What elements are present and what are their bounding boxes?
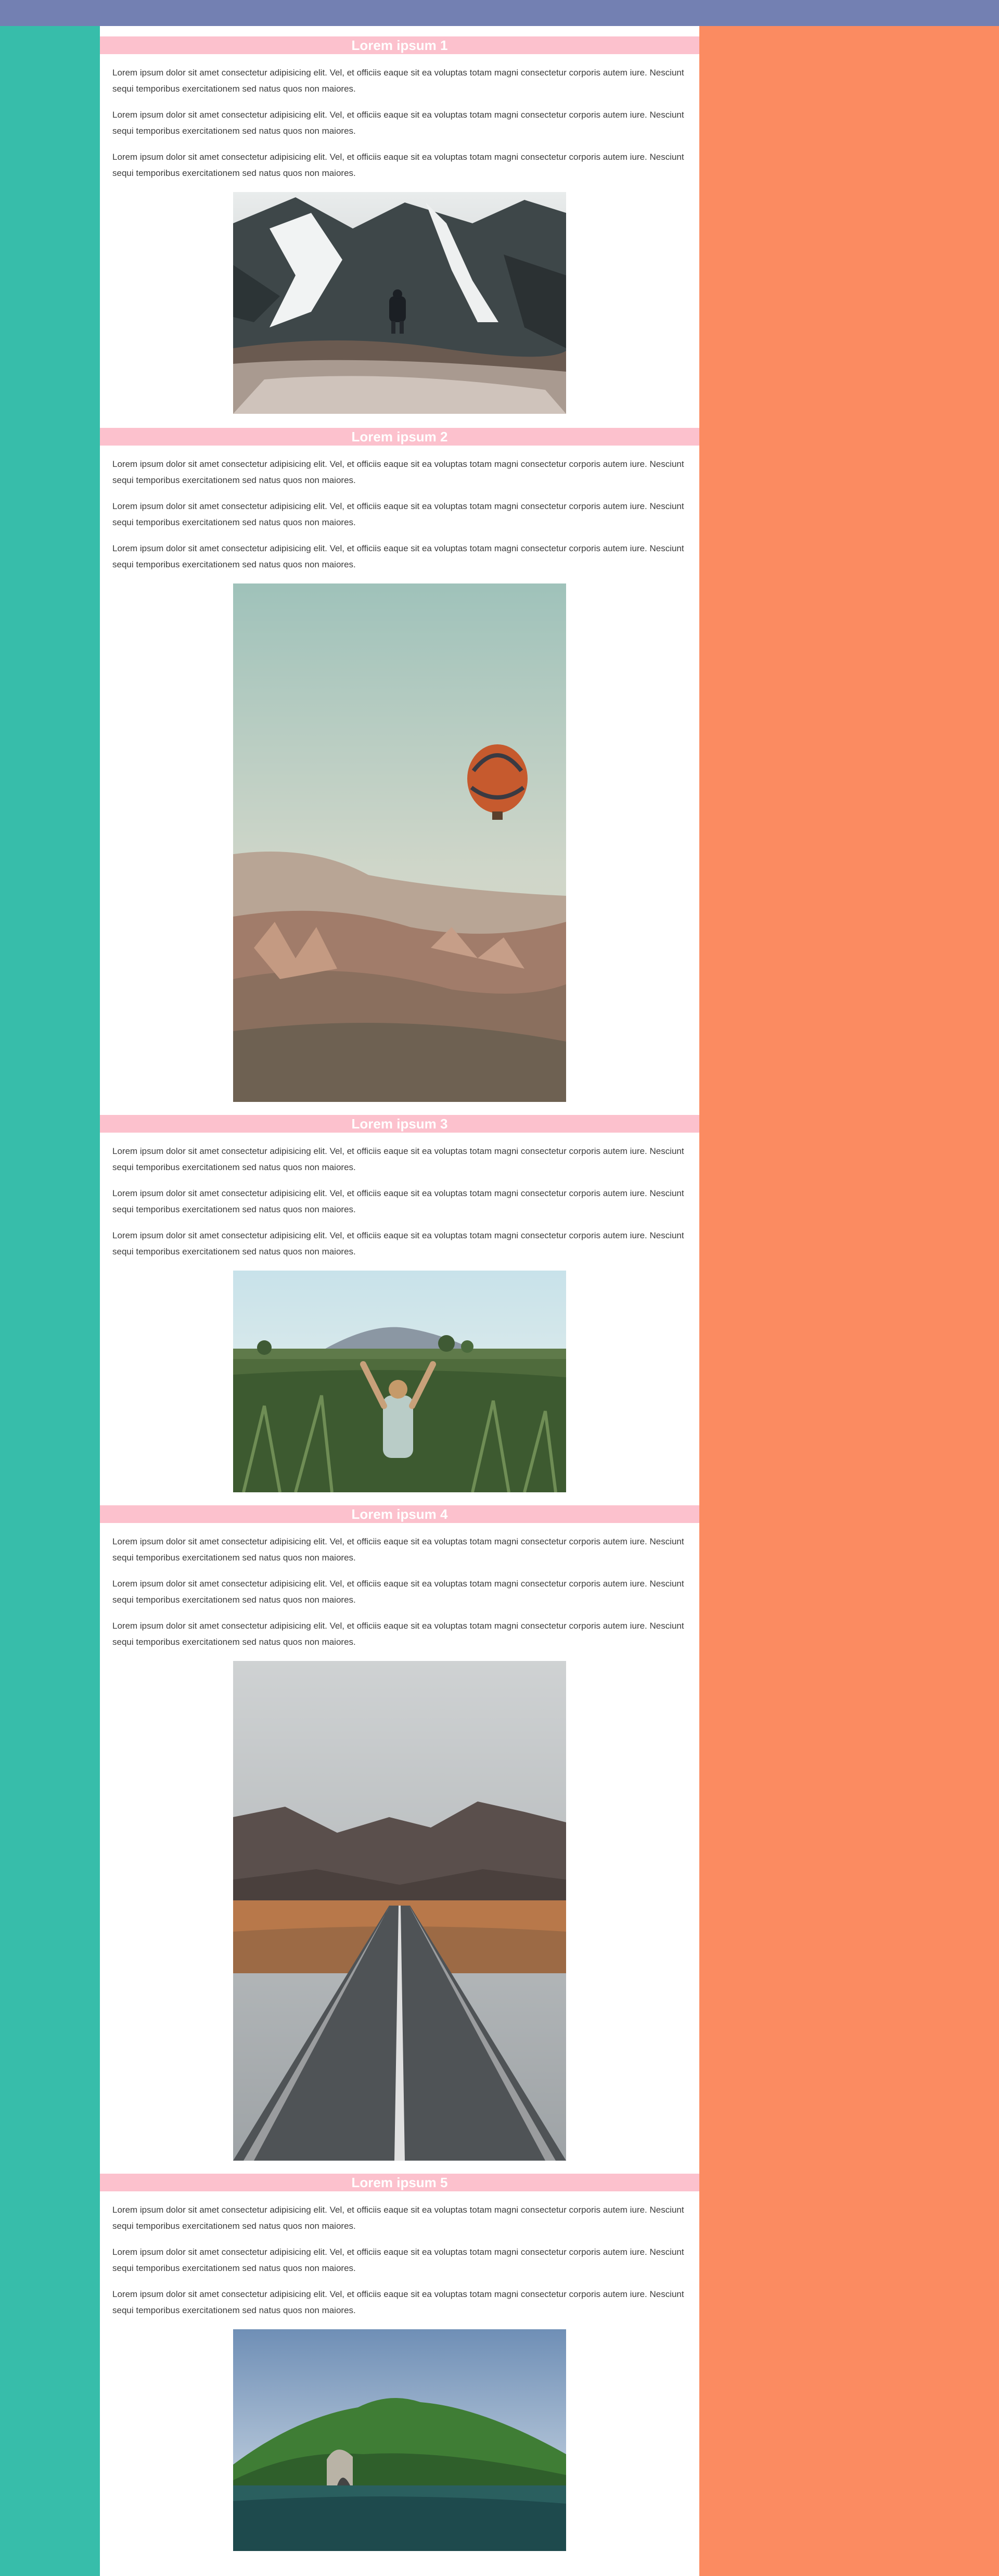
section-heading: Lorem ipsum 4 <box>100 1505 699 1523</box>
section-paragraph: Lorem ipsum dolor sit amet consectetur a… <box>112 501 684 527</box>
section-heading: Lorem ipsum 3 <box>100 1115 699 1133</box>
section-paragraph: Lorem ipsum dolor sit amet consectetur a… <box>112 1188 684 1214</box>
section-paragraph: Lorem ipsum dolor sit amet consectetur a… <box>112 1579 684 1605</box>
section-paragraph: Lorem ipsum dolor sit amet consectetur a… <box>112 110 684 136</box>
section-paragraph: Lorem ipsum dolor sit amet consectetur a… <box>112 2247 684 2273</box>
content-section: Lorem ipsum 2 Lorem ipsum dolor sit amet… <box>100 428 699 1102</box>
section-paragraph: Lorem ipsum dolor sit amet consectetur a… <box>112 1621 684 1647</box>
field-traveler-photo <box>233 1271 566 1492</box>
content-section: Lorem ipsum 3 Lorem ipsum dolor sit amet… <box>100 1115 699 1492</box>
left-sidebar <box>0 26 100 2576</box>
right-sidebar <box>699 26 999 2576</box>
section-heading: Lorem ipsum 5 <box>100 2174 699 2191</box>
section-paragraph: Lorem ipsum dolor sit amet consectetur a… <box>112 2205 684 2231</box>
section-paragraph: Lorem ipsum dolor sit amet consectetur a… <box>112 1146 684 1172</box>
section-paragraph: Lorem ipsum dolor sit amet consectetur a… <box>112 1537 684 1563</box>
content-section: Lorem ipsum 1 Lorem ipsum dolor sit amet… <box>100 36 699 414</box>
section-paragraph: Lorem ipsum dolor sit amet consectetur a… <box>112 152 684 178</box>
coastal-island-photo <box>233 2329 566 2551</box>
mountain-road-photo <box>233 1661 566 2161</box>
section-paragraph: Lorem ipsum dolor sit amet consectetur a… <box>112 543 684 569</box>
hot-air-balloon-photo <box>233 583 566 1102</box>
section-paragraph: Lorem ipsum dolor sit amet consectetur a… <box>112 1230 684 1257</box>
content-section: Lorem ipsum 4 Lorem ipsum dolor sit amet… <box>100 1505 699 2161</box>
content-section: Lorem ipsum 5 Lorem ipsum dolor sit amet… <box>100 2174 699 2551</box>
section-heading: Lorem ipsum 2 <box>100 428 699 446</box>
section-paragraph: Lorem ipsum dolor sit amet consectetur a… <box>112 2289 684 2315</box>
content-column: Lorem ipsum 1 Lorem ipsum dolor sit amet… <box>100 26 699 2576</box>
section-paragraph: Lorem ipsum dolor sit amet consectetur a… <box>112 68 684 94</box>
section-heading: Lorem ipsum 1 <box>100 36 699 54</box>
section-paragraph: Lorem ipsum dolor sit amet consectetur a… <box>112 459 684 485</box>
mountain-hiker-photo <box>233 192 566 414</box>
top-bar <box>0 0 999 26</box>
